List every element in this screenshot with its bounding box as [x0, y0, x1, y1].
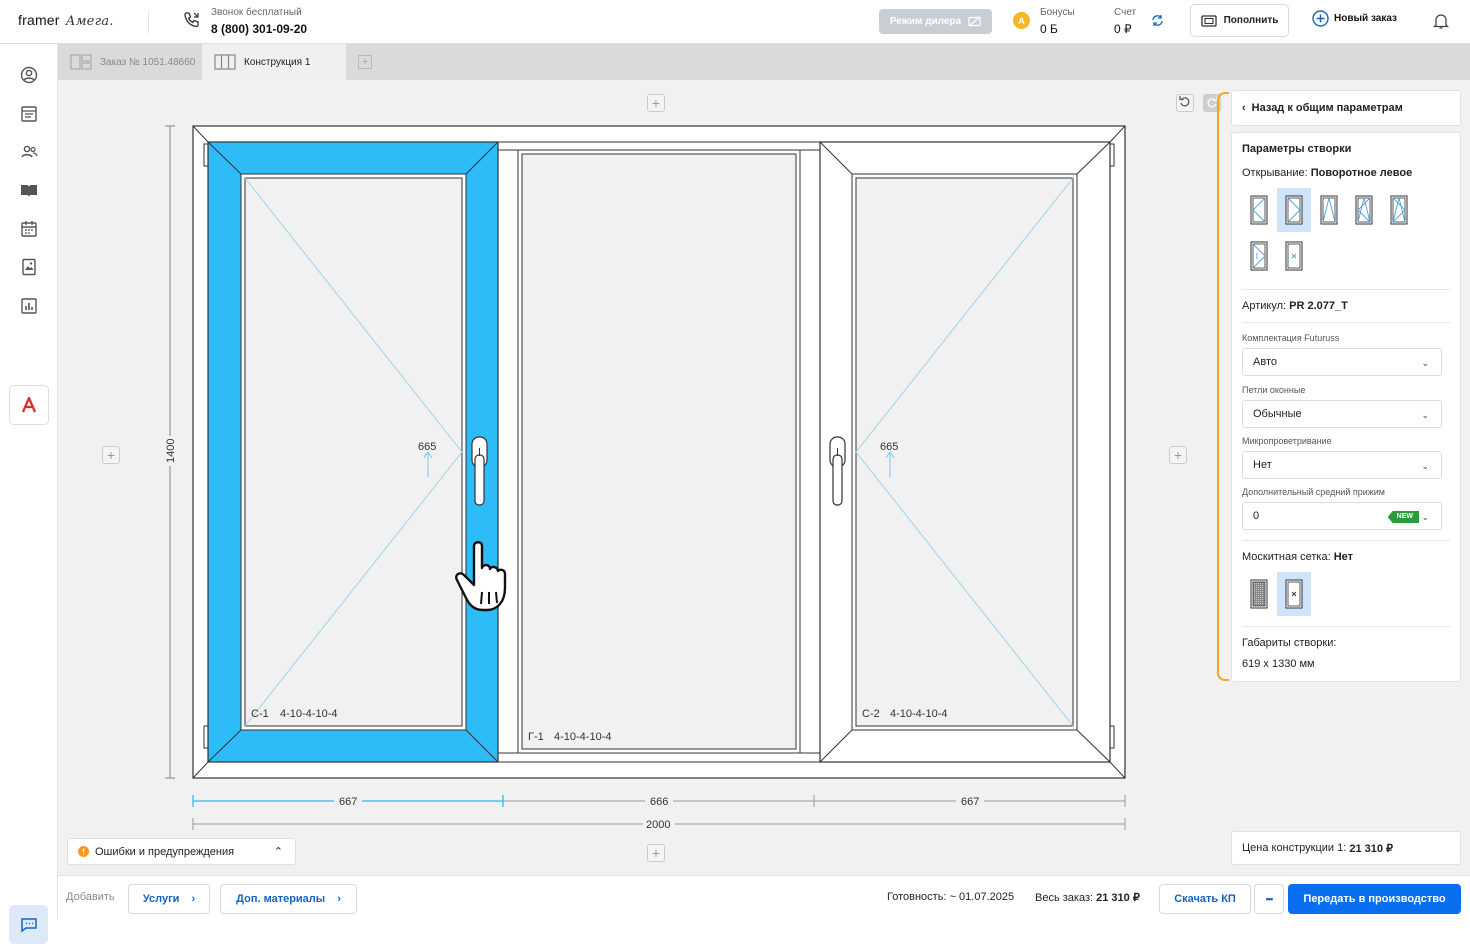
chevron-right-icon: › [191, 893, 196, 905]
download-quote-label: Скачать КП [1174, 893, 1236, 905]
sash-dims-value: 619 x 1330 мм [1242, 658, 1315, 670]
mosquito-option-yes[interactable] [1242, 572, 1276, 616]
chevron-down-icon: ⌄ [1421, 461, 1429, 471]
handle-height-right: 665 [880, 441, 898, 453]
micro-vent-label: Микропроветривание [1242, 436, 1332, 446]
chevron-down-icon: ⌄ [1421, 410, 1429, 420]
fixed-glass: 4-10-4-10-4 [554, 731, 611, 743]
divider [1242, 322, 1450, 323]
sash-tilt-icon [1320, 195, 1338, 225]
divider [1242, 540, 1450, 541]
chevron-down-icon: ⌄ [1421, 512, 1429, 522]
kit-select[interactable]: Авто ⌄ [1242, 348, 1442, 376]
total-value: 21 310 ₽ [1096, 892, 1140, 904]
sash-fixed-icon [1285, 241, 1303, 271]
opening-value: Поворотное левое [1310, 167, 1413, 179]
sash-params-title: Параметры створки [1242, 143, 1352, 155]
errors-label: Ошибки и предупреждения [95, 845, 235, 858]
opening-option-tilt-turn-right[interactable] [1382, 188, 1416, 232]
services-button[interactable]: Услуги › [128, 884, 210, 914]
back-label: Назад к общим параметрам [1251, 102, 1403, 114]
article-label: Артикул: [1242, 300, 1287, 312]
sash-left-hinge-icon [1250, 195, 1268, 225]
opening-option-tilt-turn-left[interactable] [1347, 188, 1381, 232]
services-label: Услуги [142, 893, 180, 905]
opening-option-tilt-left[interactable] [1242, 188, 1276, 232]
price-value: 21 310 ₽ [1349, 842, 1394, 855]
chevron-left-icon: ‹ [1242, 102, 1246, 114]
mosquito-net-icon [1250, 579, 1268, 609]
sash-left-glass: 4-10-4-10-4 [280, 708, 337, 720]
micro-vent-select[interactable]: Нет ⌄ [1242, 451, 1442, 479]
height-dimension: 1400 [165, 439, 177, 463]
download-quote-button[interactable]: Скачать КП [1159, 884, 1251, 914]
left-sash[interactable] [207, 141, 499, 763]
opening-option-turn-left[interactable] [1277, 188, 1311, 232]
opening-option-tilt[interactable] [1312, 188, 1346, 232]
opening-label: Открывание: [1242, 167, 1308, 179]
mosquito-label: Москитная сетка: [1242, 551, 1331, 563]
mosquito-option-no[interactable] [1277, 572, 1311, 616]
ready-label: Готовность: [887, 891, 947, 903]
back-link[interactable]: ‹ Назад к общим параметрам [1231, 90, 1461, 126]
sash-dims-label: Габариты створки: [1242, 637, 1337, 649]
new-badge: NEW [1387, 511, 1419, 523]
sash-right-hinge-icon [1285, 195, 1303, 225]
submit-to-production-button[interactable]: Передать в производство [1288, 884, 1461, 914]
total-width-dimension: 2000 [646, 819, 670, 831]
errors-warnings-toggle[interactable]: Ошибки и предупреждения ⌃ [67, 838, 296, 865]
warning-icon [78, 846, 89, 857]
opening-option-fixed-sash[interactable] [1242, 234, 1276, 278]
opening-option-none[interactable] [1277, 234, 1311, 278]
fixed-pane[interactable] [497, 149, 821, 754]
micro-vent-value: Нет [1253, 459, 1272, 471]
middle-clamp-value: 0 [1253, 510, 1260, 522]
no-net-icon [1285, 579, 1303, 609]
mosquito-value: Нет [1333, 551, 1353, 563]
construction-price: Цена конструкции 1: 21 310 ₽ [1231, 831, 1461, 865]
sash-tilt-turn-left-icon [1355, 195, 1373, 225]
article-value: PR 2.077_T [1289, 300, 1348, 312]
middle-clamp-label: Дополнительный средний прижим [1242, 487, 1385, 497]
add-label: Добавить [66, 891, 115, 903]
fixed-label: Г-1 [528, 731, 544, 743]
panel-accent [1217, 92, 1229, 681]
more-button[interactable]: ••• [1254, 884, 1284, 914]
more-icon: ••• [1265, 894, 1274, 904]
hinges-select[interactable]: Обычные ⌄ [1242, 400, 1442, 428]
right-sash[interactable] [819, 141, 1111, 763]
chevron-up-icon: ⌃ [273, 846, 283, 858]
kit-label: Комплектация Futuruss [1242, 333, 1340, 343]
hinges-label: Петли оконные [1242, 385, 1306, 395]
width-dimension-1: 667 [339, 796, 357, 808]
kit-value: Авто [1253, 356, 1277, 368]
middle-clamp-select[interactable]: 0 NEW ⌄ [1242, 502, 1442, 530]
bottom-bar: Добавить Услуги › Доп. материалы › Готовно… [58, 875, 1470, 919]
chevron-right-icon: › [337, 893, 341, 905]
sash-right-label: С-2 [862, 708, 880, 720]
price-label: Цена конструкции 1: [1242, 842, 1347, 854]
sash-left-label: С-1 [251, 708, 269, 720]
ready-value: ~ 01.07.2025 [949, 891, 1015, 903]
chevron-down-icon: ⌄ [1421, 358, 1429, 368]
total-label: Весь заказ: [1035, 892, 1094, 904]
sash-tilt-turn-right-icon [1390, 195, 1408, 225]
submit-label: Передать в производство [1303, 893, 1446, 905]
width-dimension-3: 667 [961, 796, 979, 808]
width-dimension-2: 666 [650, 796, 668, 808]
hinges-value: Обычные [1253, 408, 1302, 420]
sash-right-glass: 4-10-4-10-4 [890, 708, 947, 720]
divider [1242, 289, 1450, 290]
divider [1242, 626, 1450, 627]
extra-materials-button[interactable]: Доп. материалы › [220, 884, 357, 914]
sash-slide-icon [1250, 241, 1268, 271]
extra-materials-label: Доп. материалы [236, 893, 326, 905]
handle-height-left: 665 [418, 441, 436, 453]
